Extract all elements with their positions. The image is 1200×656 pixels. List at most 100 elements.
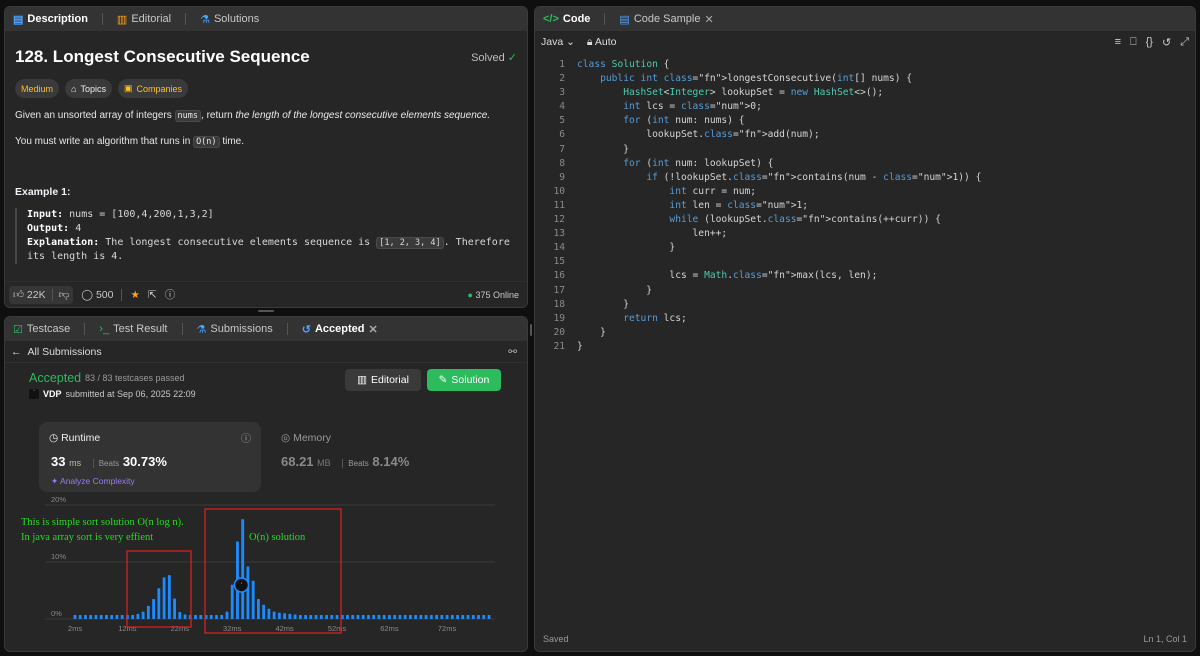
chart-bar: [272, 611, 276, 619]
code-line[interactable]: 10 int curr = num;: [535, 186, 1195, 200]
info-icon[interactable]: ⓘ: [241, 430, 251, 445]
tab-submissions[interactable]: ⚗ Submissions: [195, 317, 275, 341]
code-line[interactable]: 2 public int class="fn">longestConsecuti…: [535, 73, 1195, 87]
close-icon[interactable]: ✕: [704, 13, 713, 26]
horizontal-resize-handle[interactable]: [258, 310, 274, 312]
chart-bar: [382, 615, 386, 619]
chart-bar: [319, 615, 323, 619]
language-select[interactable]: Java ⌄: [541, 36, 575, 48]
tab-editorial[interactable]: ▥ Editorial: [115, 7, 173, 31]
chart-bar: [89, 615, 93, 619]
line-number: 9: [559, 171, 565, 183]
tab-solutions[interactable]: ⚗ Solutions: [198, 7, 261, 31]
line-number: 2: [559, 73, 565, 85]
x-tick-label: 52ms: [328, 624, 347, 633]
chart-bar: [314, 615, 318, 619]
back-arrow-icon[interactable]: ←: [11, 346, 22, 358]
comments-button[interactable]: ◯ 500: [81, 289, 113, 301]
username[interactable]: VDP: [43, 389, 62, 399]
code-line[interactable]: 14 }: [535, 242, 1195, 256]
code-line[interactable]: 20 }: [535, 327, 1195, 341]
tab-testcase[interactable]: ☑ Testcase: [11, 317, 72, 341]
code-editor[interactable]: 1 class Solution {2 public int class="fn"…: [535, 59, 1195, 355]
comment-icon: ◯: [81, 288, 94, 301]
all-submissions-link[interactable]: All Submissions: [28, 346, 102, 358]
problem-title[interactable]: 128. Longest Consecutive Sequence: [15, 47, 517, 67]
code-line[interactable]: 11 int len = class="num">1;: [535, 200, 1195, 214]
chart-bar: [99, 615, 103, 619]
line-number: 19: [553, 312, 565, 324]
analyze-complexity-link[interactable]: ✦ Analyze Complexity: [51, 476, 135, 487]
line-number: 14: [553, 242, 565, 254]
line-number: 13: [553, 228, 565, 240]
code-line[interactable]: 3 HashSet<Integer> lookupSet = new HashS…: [535, 87, 1195, 101]
chart-bar: [398, 615, 402, 619]
tab-description[interactable]: ▤ Description: [11, 7, 90, 31]
runtime-value: 33 ms Beats 30.73%: [51, 454, 167, 469]
code-line[interactable]: 8 for (int num: lookupSet) {: [535, 158, 1195, 172]
dislike-button[interactable]: 👎︎: [59, 288, 70, 301]
memory-box[interactable]: ◎ Memory 68.21 MB Beats 8.14%: [281, 422, 481, 492]
reset-icon[interactable]: ↺: [1162, 36, 1171, 49]
edit-icon: ✎: [438, 374, 448, 386]
line-code: }: [577, 242, 676, 254]
chart-bar: [157, 588, 161, 619]
line-code: }: [577, 326, 606, 338]
vertical-resize-handle[interactable]: [530, 324, 532, 336]
code-line[interactable]: 4 int lcs = class="num">0;: [535, 101, 1195, 115]
solution-button[interactable]: ✎ Solution: [427, 369, 501, 391]
braces-icon[interactable]: {}: [1146, 36, 1153, 49]
favorite-star-icon[interactable]: ★: [130, 289, 139, 301]
runtime-box[interactable]: ◷ Runtime ⓘ 33 ms Beats 30.73% ✦ Analyze…: [39, 422, 261, 492]
avatar[interactable]: ʾ: [29, 389, 39, 399]
editorial-button[interactable]: ▥ Editorial: [345, 369, 421, 391]
code-line[interactable]: 13 len++;: [535, 228, 1195, 242]
tab-label: Description: [27, 13, 88, 25]
companies-chip[interactable]: ▣ Companies: [117, 79, 189, 98]
line-code: class Solution {: [577, 59, 670, 70]
code-line[interactable]: 9 if (!lookupSet.class="fn">contains(num…: [535, 172, 1195, 186]
tab-code-sample[interactable]: ▤ Code Sample ✕: [617, 7, 715, 31]
code-line[interactable]: 16 lcs = Math.class="fn">max(lcs, len);: [535, 270, 1195, 284]
explanation-text: . Therefore: [443, 237, 510, 248]
tab-accepted[interactable]: ↺ Accepted ✕: [300, 317, 380, 341]
runtime-distribution-chart[interactable]: 0%10%20%2ms 12ms 22ms 32ms 42ms 52ms 62ms 72ms …: [5, 495, 527, 645]
line-number: 6: [559, 129, 565, 141]
code-line[interactable]: 21}: [535, 341, 1195, 355]
code-line[interactable]: 7 }: [535, 144, 1195, 158]
share-icon[interactable]: ⇱: [148, 289, 157, 301]
line-number: 20: [553, 326, 565, 338]
y-tick-label: 10%: [51, 552, 66, 561]
tab-code[interactable]: </> Code: [541, 7, 592, 31]
line-number: 11: [553, 199, 565, 211]
bookmark-icon[interactable]: ⎕: [1130, 36, 1137, 49]
close-icon[interactable]: ✕: [368, 323, 377, 336]
topics-chip[interactable]: ⌂ Topics: [65, 79, 112, 98]
code-line[interactable]: 15: [535, 256, 1195, 270]
help-icon[interactable]: ⓘ: [165, 287, 176, 302]
format-icon[interactable]: ≡: [1115, 36, 1121, 49]
code-line[interactable]: 12 while (lookupSet.class="fn">contains(…: [535, 214, 1195, 228]
submitted-time: submitted at Sep 06, 2025 22:09: [65, 389, 196, 399]
chart-bar: [136, 613, 140, 619]
chart-bar: [225, 611, 229, 619]
like-group: 👍︎ 22K 👎︎: [9, 285, 74, 304]
tab-test-result[interactable]: ›_ Test Result: [97, 317, 169, 341]
code-line[interactable]: 19 return lcs;: [535, 313, 1195, 327]
fullscreen-icon[interactable]: ⤢: [1180, 36, 1189, 49]
chart-bar: [115, 615, 119, 619]
chart-bar: [110, 615, 114, 619]
like-button[interactable]: 👍︎ 22K: [13, 288, 46, 301]
code-line[interactable]: 6 lookupSet.class="fn">add(num);: [535, 129, 1195, 143]
editorial-label: Editorial: [370, 374, 409, 386]
auto-mode[interactable]: 🔒︎ Auto: [587, 36, 617, 49]
chart-bar: [78, 615, 82, 619]
code-line[interactable]: 17 }: [535, 285, 1195, 299]
difficulty-chip: Medium: [15, 79, 60, 98]
code-line[interactable]: 1 class Solution {: [535, 59, 1195, 73]
link-icon[interactable]: ⚯: [508, 346, 517, 358]
line-number: 7: [559, 143, 565, 155]
solved-label: Solved: [471, 52, 505, 64]
code-line[interactable]: 5 for (int num: nums) {: [535, 115, 1195, 129]
code-line[interactable]: 18 }: [535, 299, 1195, 313]
